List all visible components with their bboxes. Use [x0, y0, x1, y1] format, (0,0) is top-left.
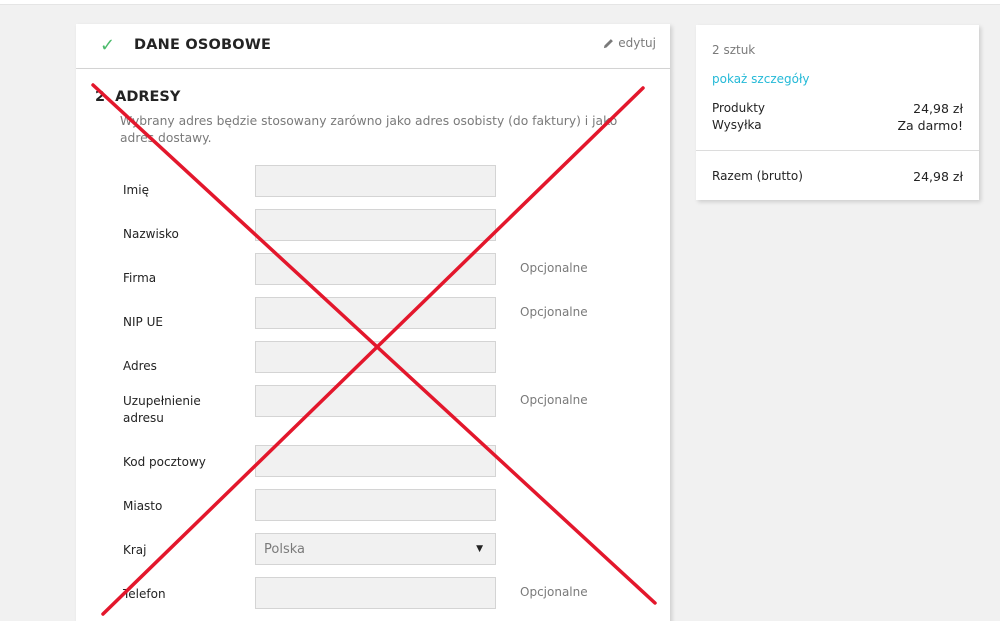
- shipping-label: Wysyłka: [712, 118, 762, 132]
- show-details-link[interactable]: pokaż szczegóły: [712, 72, 809, 86]
- personal-information-step[interactable]: ✓ DANE OSOBOWE edytuj: [76, 24, 670, 69]
- summary-products-line: Produkty 24,98 zł: [712, 101, 963, 116]
- summary-divider: [696, 150, 979, 151]
- optional-label: Opcjonalne: [520, 585, 588, 599]
- address-complement-input[interactable]: [255, 385, 496, 417]
- optional-label: Opcjonalne: [520, 305, 588, 319]
- shipping-value: Za darmo!: [897, 118, 963, 133]
- country-label: Kraj: [123, 543, 147, 557]
- address-label: Adres: [123, 359, 157, 373]
- country-select[interactable]: Polska ▼: [255, 533, 496, 565]
- vat-number-input[interactable]: [255, 297, 496, 329]
- postcode-input[interactable]: [255, 445, 496, 477]
- pencil-icon: [604, 38, 614, 48]
- step-title-personal: DANE OSOBOWE: [134, 37, 272, 53]
- phone-label: Telefon: [123, 587, 166, 601]
- edit-label: edytuj: [618, 36, 656, 50]
- city-label: Miasto: [123, 499, 163, 513]
- step-title-addresses: 2 ADRESY: [95, 89, 180, 105]
- country-selected-value: Polska: [264, 541, 305, 557]
- optional-label: Opcjonalne: [520, 261, 588, 275]
- edit-link[interactable]: edytuj: [603, 36, 656, 50]
- firstname-input[interactable]: [255, 165, 496, 197]
- optional-label: Opcjonalne: [520, 393, 588, 407]
- addresses-intro: Wybrany adres będzie stosowany zarówno j…: [120, 114, 618, 145]
- cart-items-count: 2 sztuk: [712, 43, 756, 57]
- total-value: 24,98 zł: [913, 169, 963, 184]
- products-label: Produkty: [712, 101, 766, 115]
- city-input[interactable]: [255, 489, 496, 521]
- lastname-input[interactable]: [255, 209, 496, 241]
- checkmark-icon: ✓: [100, 35, 116, 56]
- firstname-label: Imię: [123, 183, 149, 197]
- postcode-label: Kod pocztowy: [123, 455, 206, 469]
- address-input[interactable]: [255, 341, 496, 373]
- company-input[interactable]: [255, 253, 496, 285]
- company-label: Firma: [123, 271, 157, 285]
- products-value: 24,98 zł: [913, 101, 963, 116]
- lastname-label: Nazwisko: [123, 227, 179, 241]
- phone-input[interactable]: [255, 577, 496, 609]
- summary-shipping-line: Wysyłka Za darmo!: [712, 118, 963, 133]
- addresses-step: 2 ADRESY Wybrany adres będzie stosowany z…: [76, 69, 670, 621]
- step-title-text: ADRESY: [115, 89, 181, 105]
- summary-total-line: Razem (brutto) 24,98 zł: [712, 169, 963, 184]
- cart-summary: 2 sztuk pokaż szczegóły Produkty 24,98 z…: [696, 25, 979, 200]
- total-label: Razem (brutto): [712, 169, 803, 183]
- step-number: 2: [95, 89, 106, 105]
- top-bar: [0, 0, 1000, 5]
- caret-down-icon: ▼: [476, 544, 483, 554]
- vat-number-label: NIP UE: [123, 315, 163, 329]
- address-complement-label: Uzupełnienie adresu: [123, 394, 201, 425]
